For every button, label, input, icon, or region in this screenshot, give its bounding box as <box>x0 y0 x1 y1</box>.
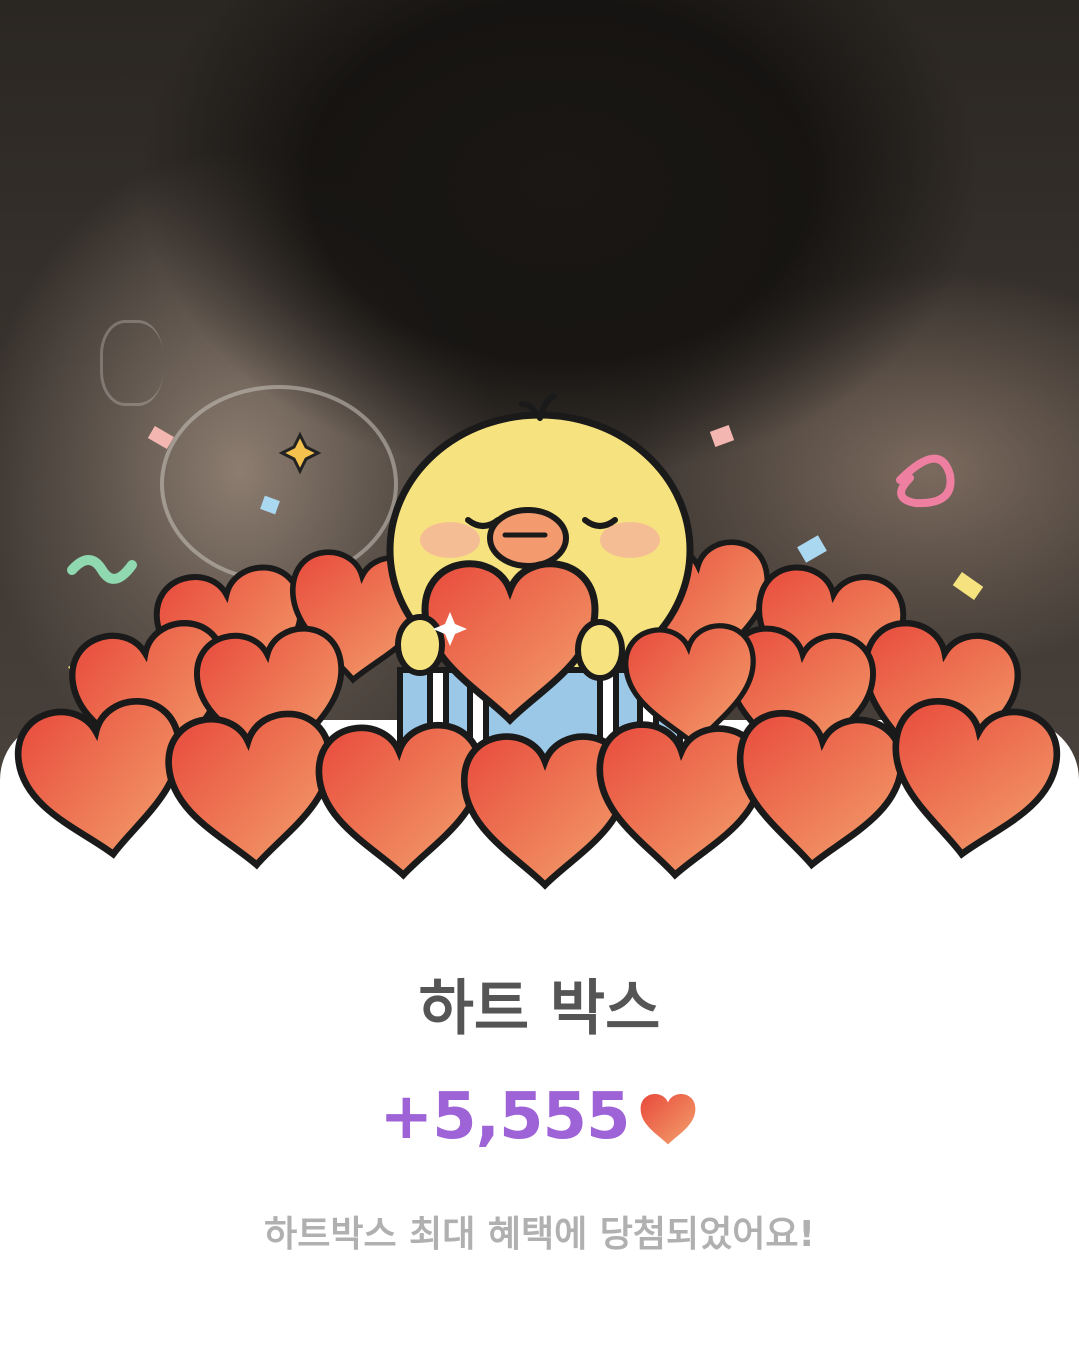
reward-amount: +5,555 <box>379 1080 630 1154</box>
heart-box-illustration <box>0 393 1079 910</box>
reward-message: 하트박스 최대 혜택에 당첨되었어요! <box>264 1214 815 1255</box>
heart-icon <box>640 1094 695 1145</box>
reward-title: 하트 박스 <box>418 974 661 1044</box>
reward-amount-row: +5,555 <box>0 1080 1079 1154</box>
